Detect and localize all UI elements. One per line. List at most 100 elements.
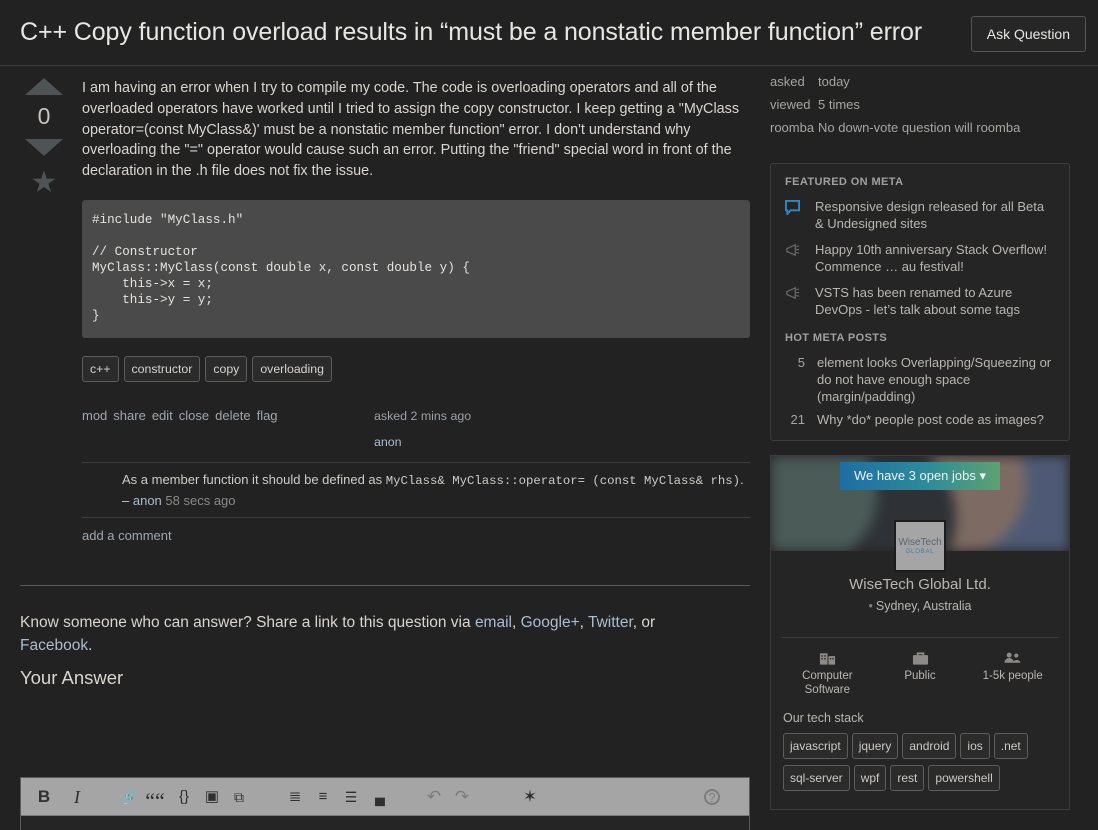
hot-meta-score: 21 <box>790 412 805 427</box>
stat-value: No down-vote question will roomba <box>818 120 1021 135</box>
magic-wand-icon[interactable]: ✶ <box>517 778 543 816</box>
featured-item-text[interactable]: Happy 10th anniversary Stack Overflow! C… <box>815 241 1055 275</box>
share-period: . <box>88 637 93 654</box>
share-sep-3: , or <box>632 614 656 631</box>
company-stats: Computer Software Public 1-5k people <box>781 637 1059 697</box>
stat-key: viewed <box>770 97 811 112</box>
tag-item[interactable]: overloading <box>252 355 332 382</box>
tag-item[interactable]: copy <box>205 355 248 382</box>
add-comment-link[interactable]: add a comment <box>82 518 750 543</box>
share-email-link[interactable]: email <box>475 614 512 631</box>
undo-icon[interactable]: ↶ <box>421 778 447 816</box>
comment-item: As a member function it should be define… <box>82 463 750 518</box>
speech-bubble-icon <box>785 198 815 232</box>
location-pin-icon: • <box>868 599 873 613</box>
stat-key: asked <box>770 74 805 89</box>
favorite-star-icon[interactable]: ★ <box>24 168 64 198</box>
post-menu-flag[interactable]: flag <box>257 408 278 423</box>
question-stats: asked today viewed 5 times roomba No dow… <box>770 70 1080 139</box>
upvote-icon[interactable] <box>25 78 63 95</box>
company-location: • Sydney, Australia <box>783 597 1057 615</box>
help-icon[interactable]: ? <box>704 789 720 805</box>
hot-meta-item[interactable]: 21 Why *do* people post code as images? <box>785 411 1055 428</box>
tech-stack-tag[interactable]: .net <box>993 733 1028 759</box>
post-meta-row: mod share edit close delete flag asked 2 mins… <box>82 408 750 460</box>
featured-heading: Featured on Meta <box>785 176 904 188</box>
share-googleplus-link[interactable]: Google+ <box>521 614 580 631</box>
company-logo-bottom: GLOBAL <box>905 548 935 555</box>
featured-item-text[interactable]: Responsive design released for all Beta … <box>815 198 1055 232</box>
tech-stack-tag[interactable]: sql-server <box>783 765 850 791</box>
post-author-link[interactable]: anon <box>374 432 554 452</box>
company-stat-label: Computer Software <box>802 670 853 696</box>
announcement-icon <box>785 284 815 318</box>
tech-stack-tag[interactable]: android <box>902 733 957 759</box>
vote-cell: 0 ★ <box>24 78 64 198</box>
numbered-list-icon[interactable]: ≣ <box>282 778 308 816</box>
downvote-icon[interactable] <box>25 139 63 156</box>
tag-item[interactable]: constructor <box>123 355 201 382</box>
hot-meta-item[interactable]: 5 element looks Overlapping/Squeezing or… <box>785 354 1055 405</box>
post-body: I am having an error when I try to compi… <box>82 78 750 543</box>
post-menu-mod[interactable]: mod <box>82 408 107 423</box>
hot-meta-heading: Hot Meta Posts <box>785 332 888 344</box>
stat-key: roomba <box>770 120 815 135</box>
share-sep-1: , <box>511 614 517 631</box>
blockquote-icon[interactable]: ““ <box>142 778 168 816</box>
share-notice-lead: Know someone who can answer? Share a lin… <box>20 614 471 631</box>
bold-icon[interactable]: B <box>31 778 57 816</box>
page-title: C++ Copy function overload results in “m… <box>20 18 923 46</box>
heading-icon[interactable]: ☰ <box>338 778 364 816</box>
post-menu-share[interactable]: share <box>113 408 146 423</box>
page-header: C++ Copy function overload results in “m… <box>0 0 1098 66</box>
link-icon[interactable]: 🔗 <box>116 778 142 816</box>
italic-icon[interactable]: I <box>64 778 90 816</box>
ask-question-button[interactable]: Ask Question <box>970 16 1086 52</box>
bulleted-list-icon[interactable]: ≡ <box>310 778 336 816</box>
post-menu-edit[interactable]: edit <box>152 408 173 423</box>
featured-item[interactable]: Responsive design released for all Beta … <box>785 198 1055 232</box>
tech-stack-tag[interactable]: rest <box>890 765 925 791</box>
company-stat-label: 1-5k people <box>982 670 1043 682</box>
tag-list: c++ constructor copy overloading <box>82 355 750 382</box>
comment-dash: – <box>122 492 130 508</box>
redo-icon[interactable]: ↷ <box>449 778 475 816</box>
post-asked-time: asked 2 mins ago <box>374 408 472 423</box>
featured-on-meta-box: Featured on Meta Responsive design relea… <box>770 163 1070 441</box>
tag-item[interactable]: c++ <box>82 355 119 382</box>
comment-text-before: As a member function it should be define… <box>122 471 383 487</box>
featured-item-text[interactable]: VSTS has been renamed to Azure DevOps - … <box>815 284 1055 318</box>
tech-stack-tag[interactable]: powershell <box>928 765 1000 791</box>
open-jobs-button[interactable]: We have 3 open jobs ▾ <box>839 462 1001 490</box>
comment-code: MyClass& MyClass::operator= (const MyCla… <box>385 473 740 488</box>
stat-row-asked: asked today <box>770 70 1080 93</box>
code-snippet-icon[interactable]: ⧉ <box>226 778 252 816</box>
image-icon[interactable]: ▣ <box>199 778 225 816</box>
horizontal-rule-icon[interactable]: ▄ <box>367 778 393 816</box>
briefcase-icon <box>874 650 967 666</box>
featured-item[interactable]: VSTS has been renamed to Azure DevOps - … <box>785 284 1055 318</box>
tech-stack-tag[interactable]: wpf <box>853 765 887 791</box>
tech-stack-tag[interactable]: ios <box>960 733 990 759</box>
hot-meta-text[interactable]: element looks Overlapping/Squeezing or d… <box>817 354 1055 405</box>
tech-stack-tag[interactable]: jquery <box>851 733 899 759</box>
share-twitter-link[interactable]: Twitter <box>588 614 633 631</box>
post-menu-close[interactable]: close <box>179 408 209 423</box>
code-icon[interactable]: {} <box>171 778 197 816</box>
answer-textarea[interactable] <box>21 816 749 830</box>
question-page: C++ Copy function overload results in “m… <box>0 0 1098 830</box>
stat-value: 5 times <box>818 97 860 112</box>
hot-meta-score: 5 <box>797 355 805 370</box>
company-stat: Public <box>874 650 967 697</box>
company-name[interactable]: WiseTech Global Ltd. <box>783 575 1057 595</box>
people-icon <box>966 650 1059 666</box>
code-block: #include "MyClass.h" // Constructor MyCl… <box>82 199 750 338</box>
stat-row-roomba: roomba No down-vote question will roomba <box>770 116 1080 139</box>
featured-item[interactable]: Happy 10th anniversary Stack Overflow! C… <box>785 241 1055 275</box>
tech-stack-tag[interactable]: javascript <box>783 733 848 759</box>
comment-text-after: . <box>740 471 744 487</box>
comment-author-link[interactable]: anon <box>133 493 162 508</box>
hot-meta-text[interactable]: Why *do* people post code as images? <box>817 411 1044 428</box>
share-facebook-link[interactable]: Facebook <box>20 637 88 654</box>
post-menu-delete[interactable]: delete <box>215 408 250 423</box>
